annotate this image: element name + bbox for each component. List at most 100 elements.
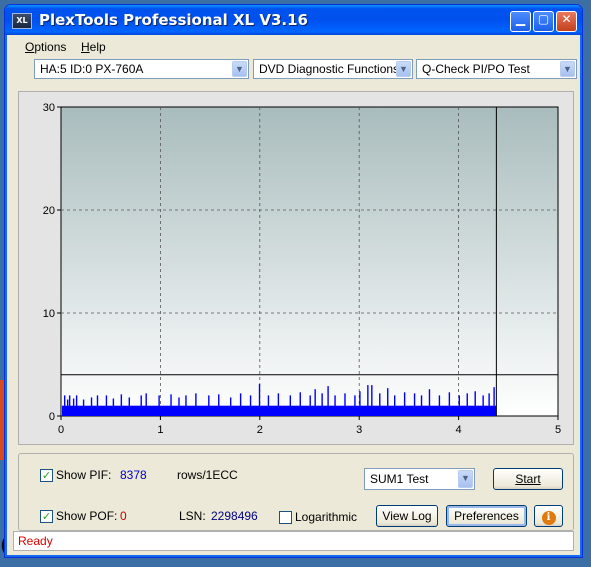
preferences-button[interactable]: Preferences <box>446 505 527 527</box>
maximize-icon: ▢ <box>537 12 550 26</box>
y-tick-label: 20 <box>43 205 55 217</box>
pi-bar <box>327 386 329 416</box>
pi-bar <box>277 393 280 416</box>
function-select-value: DVD Diagnostic Functions <box>259 62 400 76</box>
drive-select[interactable]: HA:5 ID:0 PX-760A ▼ <box>34 59 249 79</box>
pi-bar <box>488 393 490 416</box>
sum-test-value: SUM1 Test <box>370 472 429 486</box>
x-tick-label: 2 <box>257 424 263 436</box>
x-tick-label: 4 <box>456 424 462 436</box>
pi-bar <box>321 393 323 416</box>
pi-bar <box>438 395 441 416</box>
pi-bar <box>72 398 75 416</box>
y-tick-label: 30 <box>43 102 55 114</box>
test-select-value: Q-Check PI/PO Test <box>422 62 530 76</box>
pi-bar <box>63 395 66 416</box>
pi-bar <box>75 395 78 416</box>
view-log-label: View Log <box>382 509 432 523</box>
pi-bar <box>258 384 261 416</box>
pi-bar <box>185 395 187 416</box>
pi-bar <box>458 395 460 416</box>
pi-bar <box>367 385 369 416</box>
logarithmic-checkbox[interactable] <box>279 511 292 524</box>
info-button[interactable]: i <box>534 505 563 527</box>
x-tick-label: 3 <box>356 424 362 436</box>
show-pof-label: Show POF: <box>56 509 118 523</box>
lsn-value: 2298496 <box>211 509 258 523</box>
close-icon: ✕ <box>561 12 572 26</box>
pif-value: 8378 <box>120 468 147 482</box>
window-title: PlexTools Professional XL V3.16 <box>39 11 308 29</box>
menu-options[interactable]: Options <box>25 40 66 54</box>
checkmark-icon: ✓ <box>41 469 52 482</box>
pi-bar <box>334 395 336 416</box>
plextools-window: XL PlexTools Professional XL V3.16 ▁ ▢ ✕… <box>4 4 583 558</box>
app-icon: XL <box>12 13 32 29</box>
logarithmic-label: Logarithmic <box>295 510 358 524</box>
chevron-down-icon[interactable]: ▼ <box>232 61 247 77</box>
y-tick-label: 0 <box>49 411 55 423</box>
pi-bar <box>218 394 220 416</box>
chevron-down-icon[interactable]: ▼ <box>560 61 575 77</box>
pi-bar <box>448 392 451 416</box>
status-bar: Ready <box>13 531 574 551</box>
x-tick-label: 1 <box>157 424 163 436</box>
pi-bar <box>344 393 346 416</box>
pi-bar <box>82 399 85 416</box>
function-select[interactable]: DVD Diagnostic Functions ▼ <box>253 59 413 79</box>
pi-bar <box>299 392 301 416</box>
pi-bar <box>128 397 130 416</box>
drive-select-value: HA:5 ID:0 PX-760A <box>40 62 144 76</box>
pi-bar <box>178 397 180 416</box>
preferences-label: Preferences <box>454 509 519 523</box>
pi-bar <box>309 395 311 416</box>
pi-bar <box>158 395 160 416</box>
pi-bar <box>466 393 468 416</box>
test-select[interactable]: Q-Check PI/PO Test ▼ <box>416 59 577 79</box>
pi-bar <box>428 389 431 416</box>
pi-bar <box>239 393 242 416</box>
pi-bar <box>145 393 147 416</box>
pi-bar <box>474 391 476 416</box>
pi-bar <box>482 395 484 416</box>
close-button[interactable]: ✕ <box>556 11 577 32</box>
show-pif-checkbox[interactable]: ✓ <box>40 469 53 482</box>
view-log-button[interactable]: View Log <box>376 505 438 527</box>
pi-bar <box>379 393 381 416</box>
rows-label: rows/1ECC <box>177 468 238 482</box>
title-bar[interactable]: XL PlexTools Professional XL V3.16 ▁ ▢ ✕ <box>5 5 582 35</box>
pi-bar <box>170 394 172 416</box>
y-tick-label: 10 <box>43 308 55 320</box>
pi-bar <box>289 395 292 416</box>
pi-bar <box>393 395 396 416</box>
pi-bar <box>314 389 316 416</box>
pi-bar <box>403 392 406 416</box>
menu-help[interactable]: Help <box>81 40 106 54</box>
minimize-button[interactable]: ▁ <box>510 11 531 32</box>
pi-bar <box>371 385 373 416</box>
pi-bar <box>112 398 115 416</box>
pi-bar <box>493 387 495 416</box>
status-text: Ready <box>18 534 53 548</box>
chevron-down-icon[interactable]: ▼ <box>458 470 473 488</box>
pi-bar <box>105 395 108 416</box>
maximize-button[interactable]: ▢ <box>533 11 554 32</box>
pi-bar <box>359 391 361 416</box>
pi-bar <box>413 393 416 416</box>
pi-bar <box>140 395 142 416</box>
pi-bar <box>208 395 210 416</box>
x-tick-label: 0 <box>58 424 64 436</box>
show-pof-checkbox[interactable]: ✓ <box>40 510 53 523</box>
x-tick-label: 5 <box>555 424 561 436</box>
pi-bar <box>229 397 232 416</box>
start-button[interactable]: Start <box>493 468 563 490</box>
sum-test-select[interactable]: SUM1 Test ▼ <box>364 468 475 490</box>
chevron-down-icon[interactable]: ▼ <box>396 61 411 77</box>
start-button-label: Start <box>515 472 541 486</box>
checkmark-icon: ✓ <box>41 510 52 523</box>
pi-bar <box>68 395 71 416</box>
pi-bar <box>354 395 356 416</box>
minimize-icon: ▁ <box>515 12 526 26</box>
show-pif-label: Show PIF: <box>56 468 112 482</box>
pi-bar <box>267 395 270 416</box>
